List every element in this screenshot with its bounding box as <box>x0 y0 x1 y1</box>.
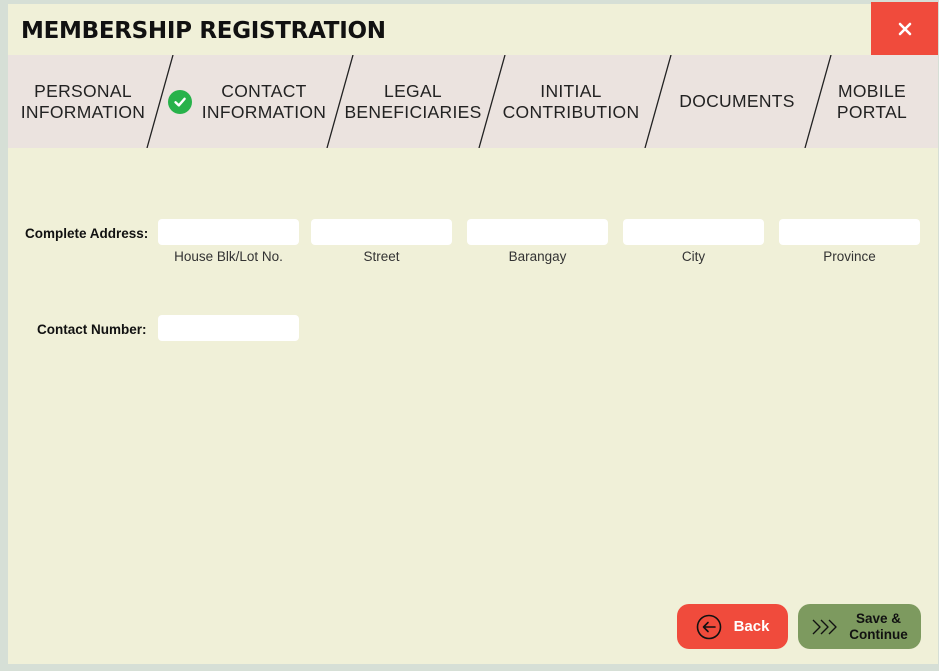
close-button[interactable] <box>871 2 938 55</box>
tab-initial-contribution[interactable]: INITIAL CONTRIBUTION <box>498 55 644 148</box>
tab-personal-information[interactable]: PERSONAL INFORMATION <box>16 55 150 148</box>
street-input[interactable] <box>311 219 452 245</box>
tab-legal-beneficiaries[interactable]: LEGAL BENEFICIARIES <box>344 55 482 148</box>
back-button-label: Back <box>733 618 770 635</box>
contact-number-label: Contact Number: <box>37 322 147 337</box>
tab-contact-information[interactable]: CONTACT INFORMATION <box>164 55 330 148</box>
arrow-left-circle-icon <box>696 614 722 640</box>
tab-label: DOCUMENTS <box>679 91 795 111</box>
window-title: MEMBERSHIP REGISTRATION <box>21 18 386 44</box>
city-caption: City <box>681 249 706 264</box>
city-input[interactable] <box>623 219 764 245</box>
close-icon <box>898 22 911 35</box>
save-continue-button[interactable]: Save & Continue <box>798 604 921 649</box>
street-caption: Street <box>363 249 400 264</box>
step-tab-bar: PERSONAL INFORMATION CONTACT INFORMATION… <box>8 55 938 148</box>
tab-label: MOBILE PORTAL <box>836 80 908 122</box>
barangay-input[interactable] <box>467 219 608 245</box>
tab-label: CONTACT INFORMATION <box>201 80 327 122</box>
triple-chevron-right-icon <box>811 618 839 636</box>
barangay-caption: Barangay <box>508 249 567 264</box>
back-button[interactable]: Back <box>677 604 788 649</box>
registration-window: MEMBERSHIP REGISTRATION PERSONAL INFORMA… <box>8 2 938 664</box>
tab-mobile-portal[interactable]: MOBILE PORTAL <box>824 55 920 148</box>
tab-label: PERSONAL INFORMATION <box>20 80 146 122</box>
tab-label: INITIAL CONTRIBUTION <box>502 80 640 122</box>
check-circle-icon <box>167 89 192 114</box>
province-input[interactable] <box>779 219 920 245</box>
province-caption: Province <box>823 249 876 264</box>
contact-number-input[interactable] <box>158 315 299 341</box>
save-continue-label: Save & Continue <box>849 610 908 642</box>
complete-address-label: Complete Address: <box>25 226 149 241</box>
tab-label: LEGAL BENEFICIARIES <box>344 80 482 122</box>
tab-documents[interactable]: DOCUMENTS <box>664 55 810 148</box>
house-blk-lot-caption: House Blk/Lot No. <box>174 249 283 264</box>
house-blk-lot-input[interactable] <box>158 219 299 245</box>
